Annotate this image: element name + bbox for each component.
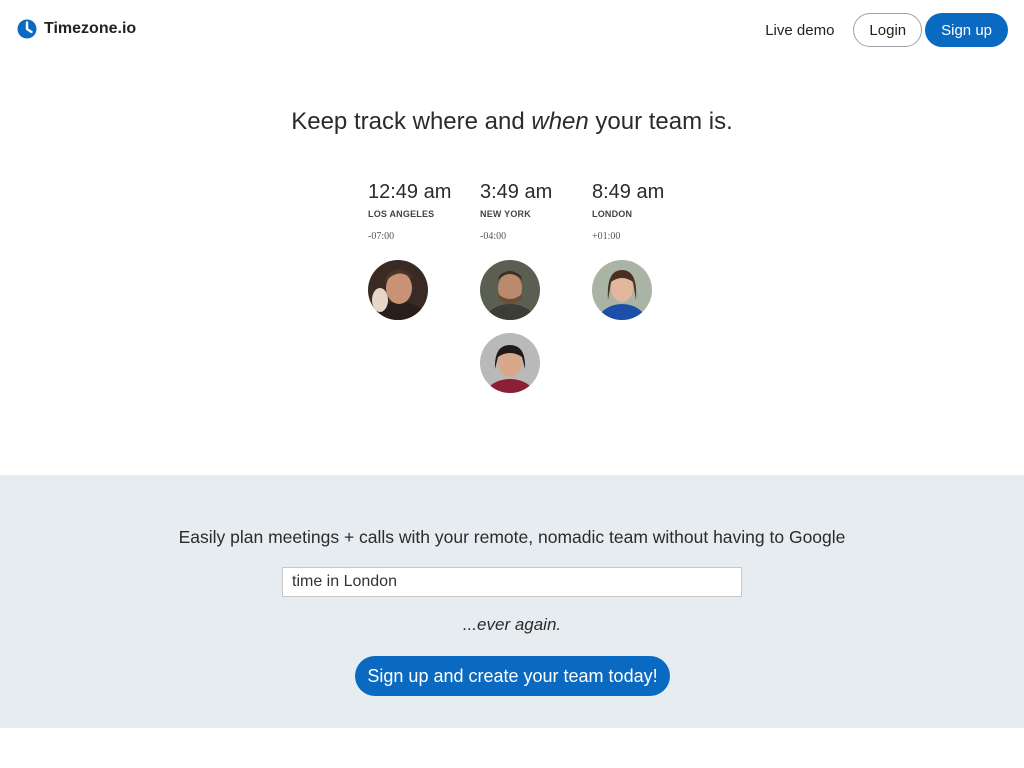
- zone-time: 3:49 am: [480, 181, 553, 203]
- zone-offset: -07:00: [368, 231, 395, 242]
- hero-title-start: Keep track where and: [291, 108, 532, 135]
- hero-title-emphasis: when: [531, 108, 589, 135]
- timezone-column-los-angeles: 12:49 am LOS ANGELES -07:00: [368, 179, 480, 393]
- avatar[interactable]: [368, 260, 428, 320]
- clock-icon: [17, 19, 37, 39]
- zone-offset: +01:00: [592, 231, 621, 242]
- brand-name: Timezone.io: [44, 20, 137, 37]
- zone-city: LOS ANGELES: [368, 209, 435, 219]
- live-demo-link[interactable]: Live demo: [765, 22, 834, 39]
- timezone-column-london: 8:49 am LONDON +01:00: [592, 179, 704, 393]
- search-input[interactable]: [282, 567, 742, 597]
- signup-button[interactable]: Sign up: [925, 13, 1008, 47]
- hero-title-end: your team is.: [588, 108, 733, 135]
- zone-city: NEW YORK: [480, 209, 531, 219]
- avatar[interactable]: [480, 333, 540, 393]
- zone-time: 12:49 am: [368, 181, 452, 203]
- cta-ever-again: ...ever again.: [462, 615, 562, 634]
- zone-city: LONDON: [592, 209, 633, 219]
- avatar[interactable]: [592, 260, 652, 320]
- logo[interactable]: Timezone.io: [17, 19, 136, 39]
- login-button[interactable]: Login: [853, 13, 923, 47]
- zone-time: 8:49 am: [592, 181, 665, 203]
- signup-create-team-button[interactable]: Sign up and create your team today!: [355, 656, 670, 696]
- member-avatars: [480, 260, 592, 393]
- member-avatars: [368, 260, 480, 320]
- timezone-columns: 12:49 am LOS ANGELES -07:00 3:49 am NEW …: [368, 179, 704, 393]
- cta-description: Easily plan meetings + calls with your r…: [178, 527, 846, 547]
- cta-section: Easily plan meetings + calls with your r…: [0, 475, 1024, 728]
- site-header: Timezone.io Live demo Login Sign up: [0, 0, 1024, 60]
- zone-offset: -04:00: [480, 231, 507, 242]
- hero-title: Keep track where and when your team is.: [0, 108, 1024, 136]
- member-avatars: [592, 260, 704, 320]
- top-nav: Live demo Login Sign up: [765, 13, 1008, 47]
- timezone-column-new-york: 3:49 am NEW YORK -04:00: [480, 179, 592, 393]
- avatar[interactable]: [480, 260, 540, 320]
